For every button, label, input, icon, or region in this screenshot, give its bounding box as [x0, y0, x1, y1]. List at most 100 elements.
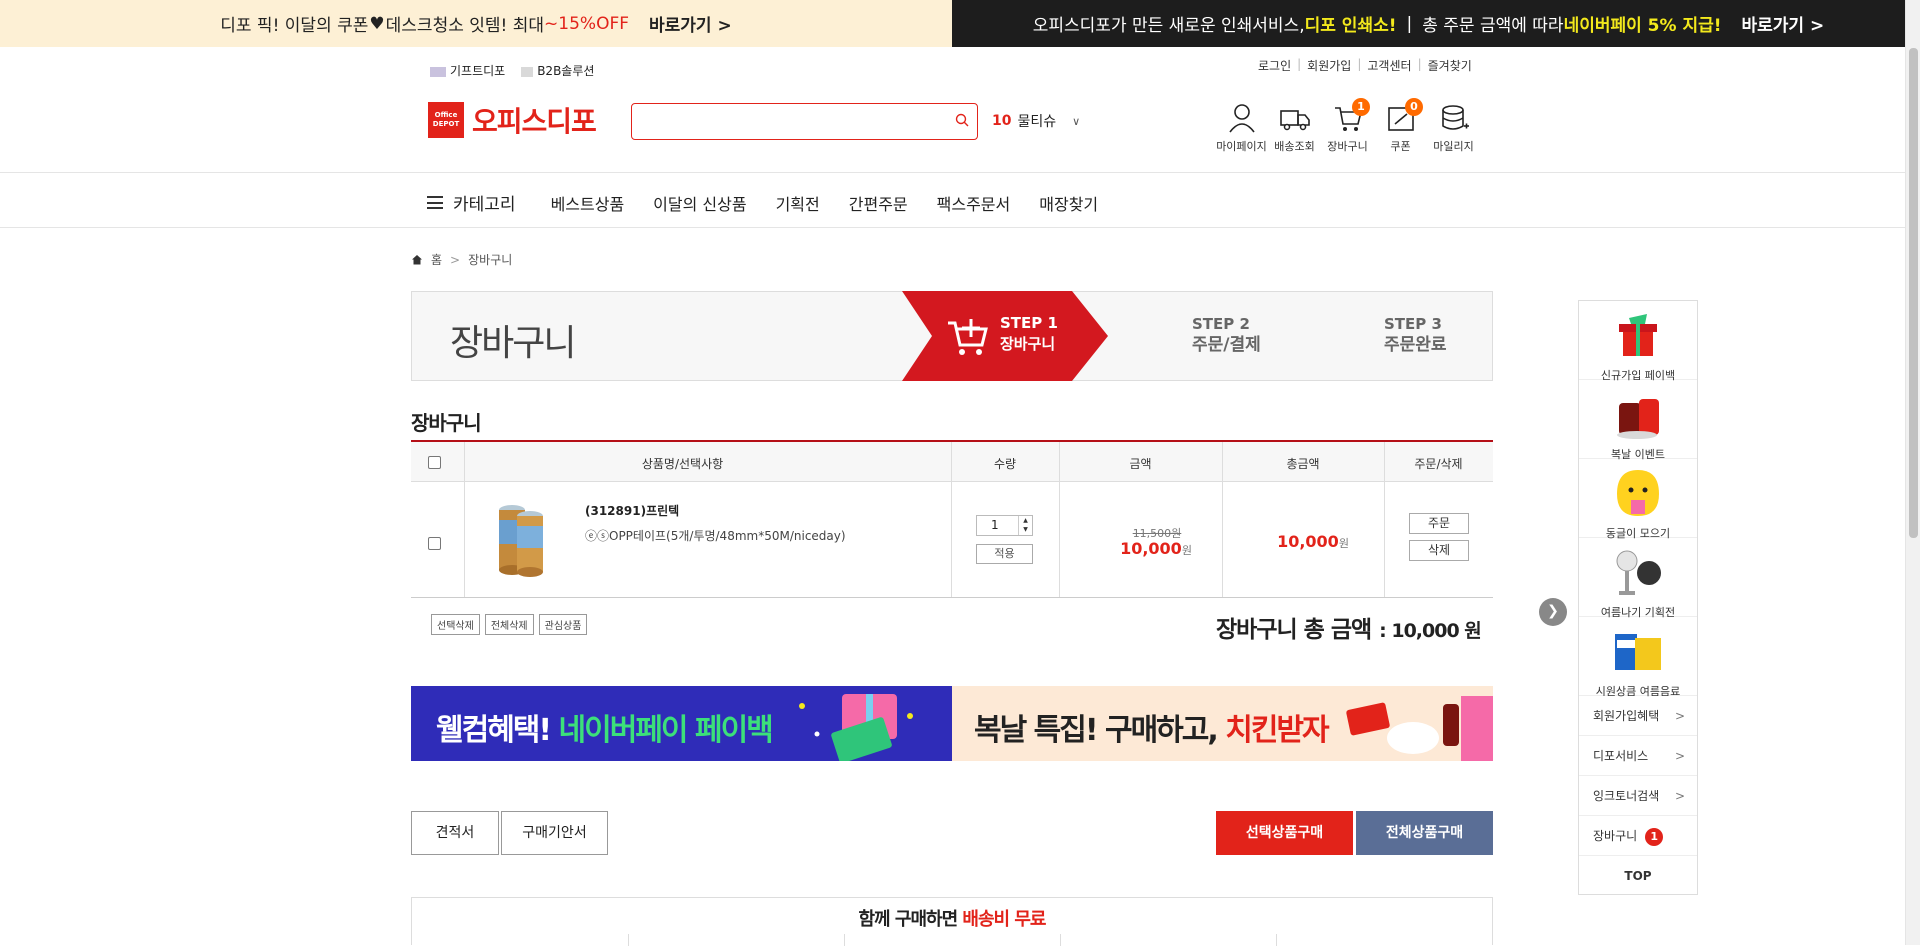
search-input[interactable] [631, 103, 978, 140]
nav-new[interactable]: 이달의 신상품 [653, 191, 746, 215]
apply-qty-button[interactable]: 적용 [976, 544, 1033, 564]
quick-cart-label: 장바구니 [1593, 829, 1638, 843]
step-3-name: 주문완료 [1384, 335, 1447, 355]
delivery-tracking-button[interactable]: 배송조회 [1268, 102, 1321, 154]
product-image[interactable] [492, 500, 548, 580]
quick-cart-count: 1 [1645, 828, 1664, 846]
banner-2-text: 복날 특집! 구매하고, [974, 713, 1226, 748]
header-divider [0, 172, 1905, 173]
quick-link-depot-service[interactable]: 디포서비스 > [1579, 736, 1697, 776]
drink-icon [1617, 399, 1659, 439]
nav-store-finder[interactable]: 매장찾기 [1039, 191, 1098, 215]
quantity-stepper[interactable]: 1 ▲ ▼ [976, 515, 1033, 536]
quick-item-summer-special[interactable]: 여름나기 기획전 [1579, 538, 1697, 619]
mileage-button[interactable]: 마일리지 [1427, 102, 1480, 154]
mypage-button[interactable]: 마이페이지 [1215, 102, 1268, 154]
purchase-request-button[interactable]: 구매기안서 [501, 811, 608, 855]
order-item-button[interactable]: 주문 [1409, 513, 1469, 534]
site-logo[interactable]: Office DEPOT 오피스디포 [428, 100, 597, 140]
wishlist-button[interactable]: 관심상품 [538, 614, 588, 635]
category-menu-button[interactable]: 카테고리 [427, 190, 516, 215]
buy-selected-button[interactable]: 선택상품구매 [1216, 811, 1353, 855]
page-scrollbar[interactable] [1905, 0, 1920, 945]
nav-best[interactable]: 베스트상품 [551, 191, 625, 215]
chevron-right-icon[interactable]: ❯ [1539, 598, 1567, 626]
coupon-go-link[interactable]: 바로가기 > [649, 11, 732, 36]
step-1-number: STEP 1 [1000, 314, 1058, 332]
down-arrow-icon[interactable]: ▼ [1019, 525, 1032, 534]
col-product: 상품명/선택사항 [641, 457, 724, 471]
trending-keyword[interactable]: 10 물티슈 ∨ [992, 111, 1080, 131]
quick-item-donggeuri[interactable]: 동글이 모으기 [1579, 459, 1697, 540]
divider: | [1357, 57, 1362, 71]
main-nav: 카테고리 베스트상품 이달의 신상품 기획전 간편주문 팩스주문서 매장찾기 [427, 190, 1127, 215]
cart-total: 장바구니 총 금액: 10,000 원 [1216, 610, 1482, 644]
quick-item-boknal-event[interactable]: 복날 이벤트 [1579, 380, 1697, 461]
breadcrumb-home[interactable]: 홈 [431, 251, 442, 268]
chicken-event-banner[interactable]: 복날 특집! 구매하고, 치킨받자 [952, 686, 1493, 761]
quick-item-summer-drinks[interactable]: 시원상큼 여름음료 [1579, 617, 1697, 698]
cart-table-header: 상품명/선택사항 수량 금액 총금액 주문/삭제 [411, 442, 1493, 482]
sale-price-value: 10,000 [1120, 539, 1182, 558]
quick-link-ink-search[interactable]: 잉크토너검색 > [1579, 776, 1697, 816]
select-all-checkbox[interactable] [428, 456, 441, 469]
gift-depot-link[interactable]: 기프트디포 [430, 62, 505, 79]
quick-link-cart[interactable]: 장바구니 1 [1579, 816, 1697, 856]
search-icon[interactable] [955, 113, 969, 127]
customer-center-link[interactable]: 고객센터 [1367, 57, 1411, 74]
quick-item-signup-payback[interactable]: 신규가입 페이백 [1579, 301, 1697, 382]
item-checkbox[interactable] [428, 537, 441, 550]
buy-all-button[interactable]: 전체상품구매 [1356, 811, 1493, 855]
delete-selected-button[interactable]: 선택삭제 [431, 614, 480, 635]
beverage-box-icon [1615, 634, 1661, 670]
delivery-label: 배송조회 [1274, 140, 1315, 153]
chevron-right-icon: > [1674, 749, 1685, 763]
coupon-promo-banner[interactable]: 디포 픽! 이달의 쿠폰 ♥ 데스크청소 잇템! 최대 ~15%OFF 바로가기… [0, 0, 952, 47]
gift-depot-label: 기프트디포 [450, 64, 506, 78]
cart-plus-icon [948, 319, 988, 355]
cart-total-label: 장바구니 총 금액 [1216, 617, 1372, 643]
mascot-icon [1617, 470, 1659, 516]
quick-link-signup-benefit[interactable]: 회원가입혜택 > [1579, 696, 1697, 736]
nav-special[interactable]: 기획전 [776, 191, 820, 215]
logo-mark: Office DEPOT [428, 102, 464, 138]
naverpay-payback-banner[interactable]: 웰컴혜택! 네이버페이 페이백 [411, 686, 952, 761]
print-service-banner[interactable]: 오피스디포가 만든 새로운 인쇄서비스, 디포 인쇄소! | 총 주문 금액에 … [952, 0, 1905, 47]
col-order-delete: 주문/삭제 [1414, 457, 1463, 471]
step-2-name: 주문/결제 [1192, 335, 1261, 355]
price-unit: 원 [1181, 544, 1192, 557]
col-divider [1060, 934, 1061, 946]
header-icons: 마이페이지 배송조회 1 장바구니 0 쿠폰 마일리지 [1215, 98, 1480, 154]
search-field[interactable] [640, 104, 950, 137]
join-link[interactable]: 회원가입 [1307, 57, 1351, 74]
delete-item-button[interactable]: 삭제 [1409, 540, 1469, 561]
cart-label: 장바구니 [1327, 140, 1368, 153]
bookmark-link[interactable]: 즐겨찾기 [1428, 57, 1472, 74]
mileage-label: 마일리지 [1433, 140, 1474, 153]
chevron-down-icon[interactable]: ∨ [1072, 115, 1080, 128]
cart-button[interactable]: 1 장바구니 [1321, 98, 1374, 154]
home-icon[interactable] [411, 254, 423, 265]
delete-all-button[interactable]: 전체삭제 [484, 614, 534, 635]
mypage-label: 마이페이지 [1216, 140, 1267, 153]
sale-price: 10,000원 [1111, 539, 1201, 558]
scrollbar-thumb[interactable] [1909, 48, 1918, 538]
coin-stack-icon [1441, 105, 1469, 130]
print-go-link[interactable]: 바로가기 > [1742, 11, 1825, 36]
nav-quick-order[interactable]: 간편주문 [849, 191, 908, 215]
up-arrow-icon[interactable]: ▲ [1019, 516, 1032, 525]
quote-button[interactable]: 견적서 [411, 811, 499, 855]
scroll-top-button[interactable]: TOP [1579, 856, 1697, 896]
login-link[interactable]: 로그인 [1258, 57, 1291, 74]
b2b-link[interactable]: B2B솔루션 [521, 62, 594, 79]
nav-fax-order[interactable]: 팩스주문서 [937, 191, 1011, 215]
coupon-button[interactable]: 0 쿠폰 [1374, 98, 1427, 154]
trend-rank: 10 [992, 113, 1012, 129]
divider: | [1417, 57, 1422, 71]
breadcrumb: 홈 > 장바구니 [411, 251, 512, 268]
banner-2-highlight: 치킨받자 [1225, 713, 1329, 748]
quick-link-label: 회원가입혜택 [1593, 709, 1660, 723]
stepper-arrows[interactable]: ▲ ▼ [1018, 516, 1032, 535]
product-name[interactable]: (312891)프린텍 [585, 502, 679, 519]
quick-menu: 신규가입 페이백 복날 이벤트 동글이 모으기 여름나기 기획전 시원상큼 여름… [1578, 300, 1698, 895]
